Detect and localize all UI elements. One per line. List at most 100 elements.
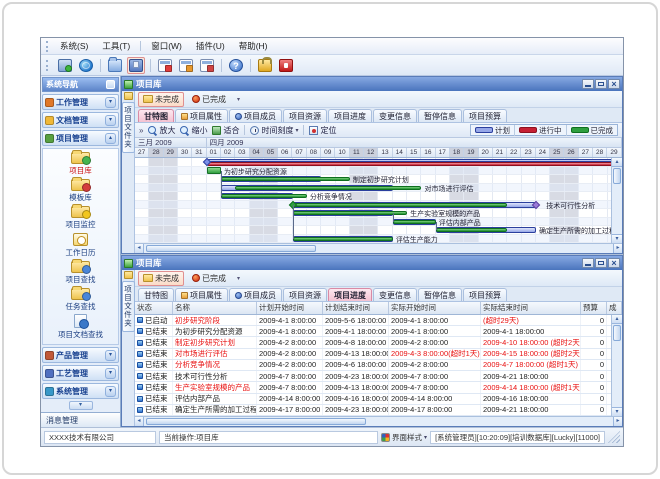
resize-grip[interactable] [608, 431, 620, 443]
state-tab-1[interactable]: 已完成 [187, 271, 231, 286]
scrollbar-thumb[interactable] [146, 418, 366, 425]
scroll-down-icon[interactable]: ▾ [612, 407, 622, 416]
close-button[interactable] [608, 79, 620, 89]
table-row[interactable]: 已结束生产实验室规模的产品2009-4-7 8:00:002009-4-13 1… [135, 382, 611, 393]
module-tab-5[interactable]: 变更信息 [373, 109, 417, 122]
menu-item-3[interactable]: 窗口(W) [144, 39, 189, 53]
module-tab-4[interactable]: 项目进度 [328, 288, 372, 301]
help-button[interactable] [227, 57, 245, 74]
sidebar-group-bottom-2[interactable]: 系统管理▾ [42, 383, 119, 399]
gantt-button-2[interactable]: 适合 [212, 125, 239, 136]
gantt-bar[interactable] [221, 194, 307, 198]
pin-icon[interactable] [106, 80, 115, 89]
table-row[interactable]: 已结束制定初步研究计划2009-4-2 8:00:002009-4-8 18:0… [135, 337, 611, 348]
scroll-up-icon[interactable]: ▴ [612, 315, 622, 324]
tab-message-management[interactable]: 消息管理 [41, 412, 120, 427]
menu-item-0[interactable]: 系统(S) [53, 39, 95, 53]
sidebar-item-2[interactable]: 项目监控 [43, 206, 118, 230]
sidebar-item-4[interactable]: 项目查找 [43, 261, 118, 285]
gantt-button-4[interactable]: 定位 [309, 125, 336, 136]
lock-button[interactable] [256, 57, 274, 74]
chevron-button[interactable]: ▾ [105, 368, 116, 379]
maximize-button[interactable] [595, 79, 607, 89]
table-row[interactable]: 已结束确定生产所需的加工过程2009-4-17 8:00:002009-4-23… [135, 405, 611, 416]
module-tab-5[interactable]: 变更信息 [373, 288, 417, 301]
table-header-cell[interactable]: 状态 [135, 302, 173, 314]
gantt-bar[interactable] [293, 211, 408, 215]
close-button[interactable] [608, 258, 620, 268]
tabs-overflow-icon[interactable]: ▾ [237, 275, 240, 282]
table-row[interactable]: 已结束对市场进行评估2009-4-2 8:00:002009-4-13 18:0… [135, 349, 611, 360]
gantt-horizontal-scrollbar[interactable]: ◂ ▸ [135, 243, 622, 253]
table-header-cell[interactable]: 预算 [581, 302, 607, 314]
scroll-up-icon[interactable]: ▴ [612, 158, 622, 167]
toolbar-grip[interactable] [46, 60, 50, 71]
window-list-button[interactable] [177, 57, 195, 74]
state-tab-0[interactable]: 未完成 [138, 92, 184, 107]
folder-button[interactable] [106, 57, 124, 74]
sidebar-item-3[interactable]: 工作日历 [43, 233, 118, 258]
new-window-button[interactable] [156, 57, 174, 74]
table-row[interactable]: 已结束技术可行性分析2009-4-7 8:00:002009-4-23 18:0… [135, 371, 611, 382]
tab-project-folder[interactable]: 项目文件夹 [122, 102, 135, 153]
scroll-right-icon[interactable]: ▸ [613, 417, 622, 426]
table-row[interactable]: 已启动初步研究阶段2009-4-1 8:00:002009-5-6 18:00:… [135, 315, 611, 326]
sidebar-group-top-2[interactable]: 项目管理▴ [42, 130, 119, 146]
table-row[interactable]: 已结束分析竞争情况2009-4-2 8:00:002009-4-6 18:00:… [135, 360, 611, 371]
gantt-bar[interactable] [293, 203, 508, 207]
gantt-bar[interactable] [207, 162, 622, 166]
chevron-button[interactable]: ▴ [105, 133, 116, 144]
sidebar-collapse-button[interactable]: ▾ [69, 401, 93, 410]
module-tab-4[interactable]: 项目进度 [328, 109, 372, 122]
table-header-cell[interactable]: 计划开始时间 [257, 302, 323, 314]
scroll-down-icon[interactable]: ▾ [612, 234, 622, 243]
table-header-cell[interactable]: 实际结束时间 [481, 302, 581, 314]
module-tab-3[interactable]: 项目资源 [283, 109, 327, 122]
table-window-titlebar[interactable]: 项目库 [122, 256, 622, 270]
sidebar-item-5[interactable]: 任务查找 [43, 288, 118, 312]
tabs-overflow-icon[interactable]: ▾ [237, 96, 240, 103]
chevron-button[interactable]: ▾ [105, 386, 116, 397]
module-tab-0[interactable]: 甘特图 [138, 288, 174, 301]
module-tab-6[interactable]: 暂停信息 [418, 109, 462, 122]
table-header-cell[interactable]: 成 [607, 302, 622, 314]
chevron-button[interactable]: ▾ [105, 97, 116, 108]
chevron-button[interactable]: ▾ [105, 350, 116, 361]
scrollbar-thumb[interactable] [613, 168, 621, 184]
minimize-button[interactable] [582, 258, 594, 268]
sidebar-group-bottom-1[interactable]: 工艺管理▾ [42, 365, 119, 381]
maximize-button[interactable] [595, 258, 607, 268]
gantt-button-1[interactable]: 缩小 [180, 125, 207, 136]
menu-item-1[interactable]: 工具(T) [95, 39, 137, 53]
save-button[interactable] [127, 57, 145, 74]
table-vertical-scrollbar[interactable]: ▴ ▾ [611, 315, 622, 416]
sidebar-item-6[interactable]: 项目文档查找 [43, 314, 118, 340]
state-tab-0[interactable]: 未完成 [138, 271, 184, 286]
interface-style-dropdown[interactable]: 界面样式 ▾ [381, 432, 427, 443]
state-tab-1[interactable]: 已完成 [187, 92, 231, 107]
gantt-button-3[interactable]: 时间刻度▾ [250, 125, 298, 136]
exit-button[interactable] [277, 57, 295, 74]
sidebar-group-top-1[interactable]: 文档管理▾ [42, 112, 119, 128]
menu-item-4[interactable]: 插件(U) [189, 39, 232, 53]
gantt-bar[interactable] [393, 220, 436, 224]
module-tab-3[interactable]: 项目资源 [283, 288, 327, 301]
table-header-cell[interactable]: 实际开始时间 [389, 302, 481, 314]
sidebar-group-top-0[interactable]: 工作管理▾ [42, 94, 119, 110]
table-row[interactable]: 已结束为初步研究分配资源2009-4-1 8:00:002009-4-1 18:… [135, 326, 611, 337]
menu-item-5[interactable]: 帮助(H) [232, 39, 275, 53]
window-config-button[interactable] [198, 57, 216, 74]
gantt-bar[interactable] [293, 237, 393, 241]
module-tab-7[interactable]: 项目预算 [463, 109, 507, 122]
chevron-button[interactable]: ▾ [105, 115, 116, 126]
module-tab-7[interactable]: 项目预算 [463, 288, 507, 301]
sidebar-header[interactable]: 系统导航 [42, 77, 119, 92]
module-tab-1[interactable]: 项目属性 [175, 288, 228, 301]
sidebar-item-0[interactable]: 项目库 [43, 152, 118, 176]
gantt-bar[interactable] [221, 177, 350, 181]
scrollbar-thumb[interactable] [613, 325, 621, 341]
gantt-window-titlebar[interactable]: 项目库 [122, 77, 622, 91]
remote-desktop-button[interactable] [56, 57, 74, 74]
module-tab-1[interactable]: 项目属性 [175, 109, 228, 122]
module-tab-6[interactable]: 暂停信息 [418, 288, 462, 301]
